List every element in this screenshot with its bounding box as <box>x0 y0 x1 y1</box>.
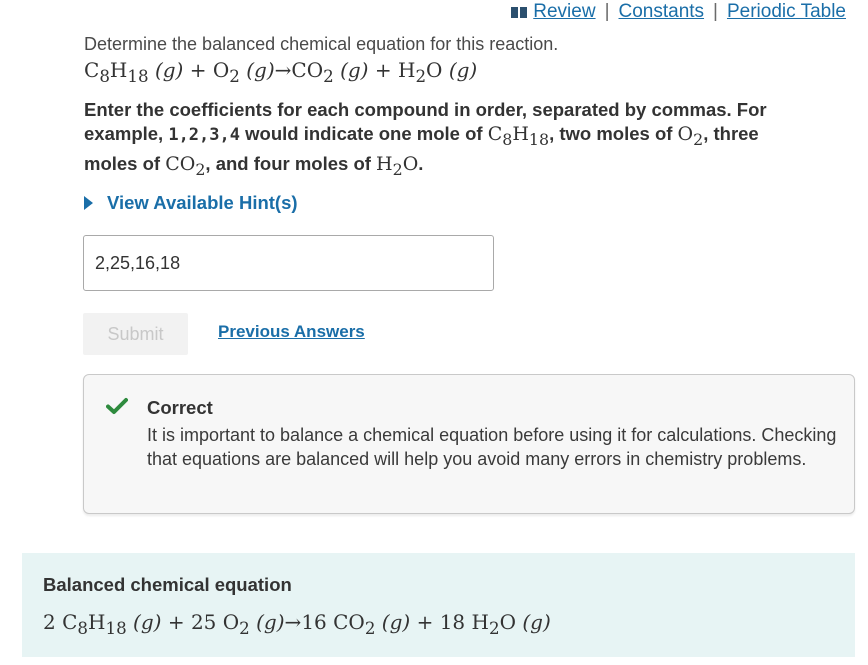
checkmark-icon <box>106 398 128 414</box>
review-link[interactable]: Review <box>533 1 595 23</box>
balanced-equation: 2 C8H18 (g) + 25 O2 (g)→16 CO2 (g) + 18 … <box>43 610 551 638</box>
nav-separator: | <box>604 1 610 22</box>
book-icon <box>511 6 528 18</box>
feedback-panel: Correct It is important to balance a che… <box>83 374 855 514</box>
view-hints-toggle[interactable]: View Available Hint(s) <box>84 192 298 214</box>
top-nav: Review | Constants | Periodic Table <box>511 0 846 24</box>
view-hints-label: View Available Hint(s) <box>107 192 298 213</box>
nav-separator: | <box>713 1 718 22</box>
previous-answers-link[interactable]: Previous Answers <box>218 322 365 342</box>
constants-link[interactable]: Constants <box>619 1 705 23</box>
example-code: 1,2,3,4 <box>168 125 240 145</box>
periodic-table-link[interactable]: Periodic Table <box>727 1 846 23</box>
balanced-equation-panel: Balanced chemical equation 2 C8H18 (g) +… <box>22 553 855 657</box>
triangle-right-icon <box>84 196 93 210</box>
feedback-title: Correct <box>147 397 213 418</box>
result-title: Balanced chemical equation <box>43 574 292 595</box>
reaction-equation: C8H18 (g) + O2 (g)→CO2 (g) + H2O (g) <box>84 58 478 86</box>
instructions: Enter the coefficients for each compound… <box>84 99 767 179</box>
feedback-body: It is important to balance a chemical eq… <box>147 425 837 469</box>
answer-input[interactable] <box>83 235 494 291</box>
submit-button[interactable]: Submit <box>83 313 188 355</box>
question-prompt: Determine the balanced chemical equation… <box>84 34 559 54</box>
